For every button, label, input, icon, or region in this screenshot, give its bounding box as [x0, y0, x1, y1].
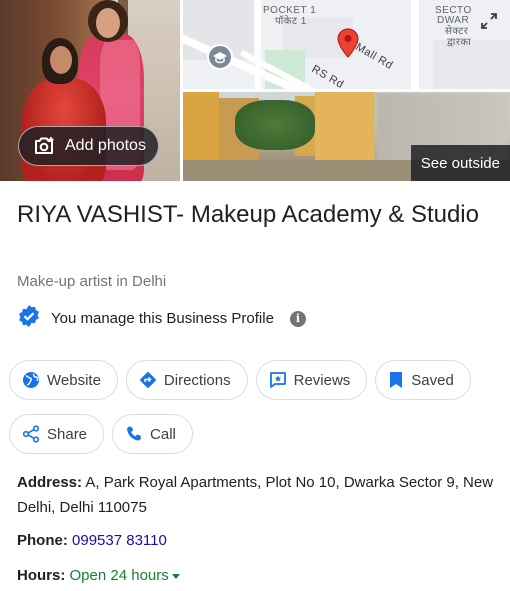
- map-label-rs-rd: RS Rd: [309, 63, 346, 89]
- map-label-pocket-hindi: पॉकेट 1: [275, 16, 307, 27]
- tree: [235, 100, 315, 150]
- see-outside-button[interactable]: See outside: [410, 145, 510, 181]
- business-name: RIYA VASHIST- Makeup Academy & Studio: [17, 201, 479, 228]
- share-icon: [22, 425, 40, 443]
- website-button[interactable]: Website: [9, 360, 118, 400]
- building: [183, 92, 219, 162]
- reviews-icon: [269, 371, 287, 389]
- hours-value[interactable]: Open 24 hours: [70, 567, 169, 584]
- bookmark-icon: [388, 371, 404, 389]
- directions-label: Directions: [163, 371, 231, 389]
- share-label: Share: [47, 425, 88, 443]
- map-label-dwarka: DWAR: [437, 15, 470, 26]
- hours-label: Hours:: [17, 567, 66, 584]
- main-photo[interactable]: Add photos: [0, 0, 180, 181]
- add-photo-camera-icon: [33, 136, 55, 156]
- map-road: [255, 0, 261, 89]
- website-label: Website: [47, 371, 101, 389]
- map-label-dwarka-hindi: द्वारका: [447, 37, 472, 48]
- manage-profile-text: You manage this Business Profile: [51, 310, 274, 327]
- phone-row: Phone: 099537 83110: [17, 528, 497, 553]
- building: [315, 92, 375, 162]
- add-photos-label: Add photos: [65, 137, 146, 154]
- model-seated-face: [50, 46, 72, 74]
- phone-link[interactable]: 099537 83110: [72, 532, 167, 549]
- address-label: Address:: [17, 474, 83, 491]
- call-button[interactable]: Call: [112, 414, 193, 454]
- phone-icon: [125, 425, 143, 443]
- call-label: Call: [150, 425, 176, 443]
- model-standing-face: [96, 8, 120, 38]
- map-label-mall-rd: Mall Rd: [353, 41, 395, 72]
- address-row: Address: A, Park Royal Apartments, Plot …: [17, 470, 497, 520]
- reviews-label: Reviews: [293, 371, 351, 389]
- saved-label: Saved: [411, 371, 454, 389]
- action-chips-row-2: Share Call: [9, 414, 504, 454]
- info-icon[interactable]: i: [289, 310, 306, 327]
- address-value[interactable]: A, Park Royal Apartments, Plot No 10, Dw…: [17, 474, 493, 516]
- action-chips-row-1: Website Directions Reviews Saved: [9, 360, 504, 400]
- manage-profile-row: You manage this Business Profile i: [17, 304, 306, 333]
- map-label-sector-hindi: सेक्टर: [445, 26, 469, 37]
- hours-row: Hours: Open 24 hours: [17, 563, 497, 588]
- reviews-button[interactable]: Reviews: [255, 360, 368, 400]
- globe-icon: [22, 371, 40, 389]
- map-label-pocket: POCKET 1: [263, 5, 317, 16]
- directions-button[interactable]: Directions: [125, 360, 248, 400]
- add-photos-button[interactable]: Add photos: [18, 126, 159, 166]
- verified-badge-icon: [17, 304, 41, 333]
- directions-icon: [139, 371, 157, 389]
- expand-map-icon[interactable]: [476, 8, 502, 34]
- street-view-photo[interactable]: See outside: [183, 92, 510, 181]
- saved-button[interactable]: Saved: [375, 360, 471, 400]
- photo-strip: Add photos POCKET 1 पॉकेट 1 SECTO DWAR स…: [0, 0, 510, 181]
- business-category: Make-up artist in Delhi: [17, 273, 167, 290]
- hours-dropdown-icon[interactable]: [171, 573, 180, 579]
- map-block: [433, 40, 510, 89]
- map-thumbnail[interactable]: POCKET 1 पॉकेट 1 SECTO DWAR सेक्टर द्वार…: [183, 0, 510, 89]
- map-pin-icon: [337, 28, 359, 63]
- phone-label: Phone:: [17, 532, 68, 549]
- map-road: [411, 0, 419, 89]
- school-icon: [207, 44, 233, 75]
- share-button[interactable]: Share: [9, 414, 105, 454]
